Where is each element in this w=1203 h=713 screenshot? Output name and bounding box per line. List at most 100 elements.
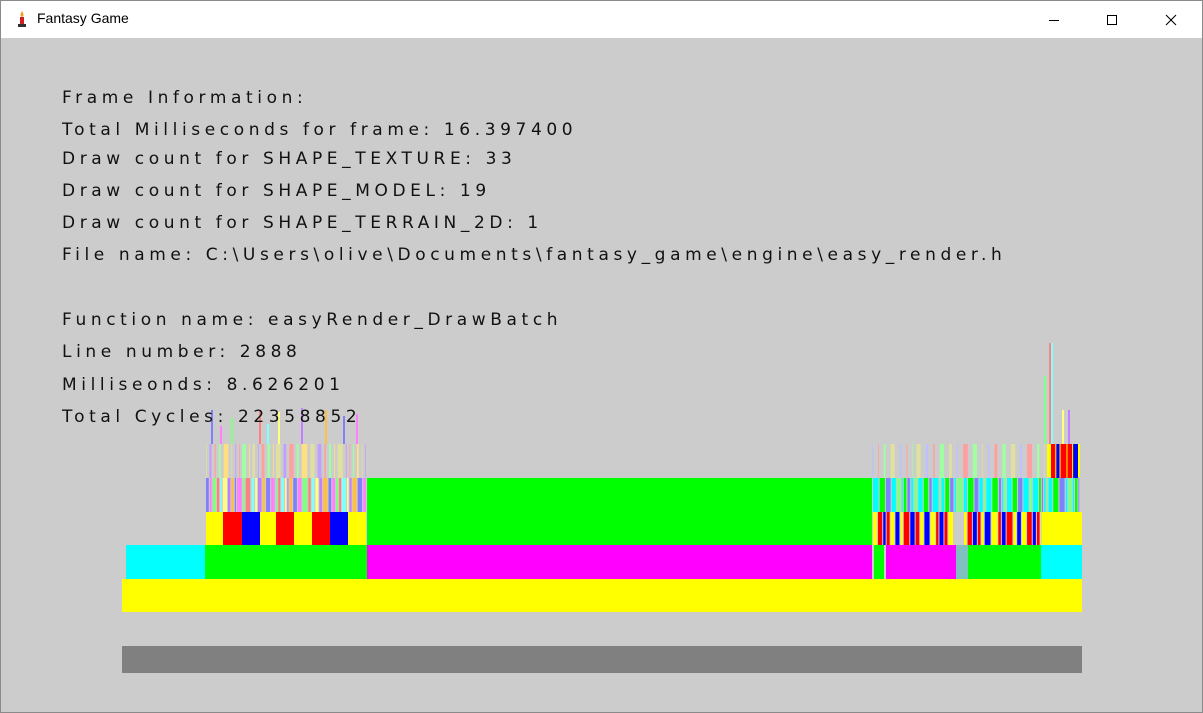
- flame-block-level3[interactable]: [950, 478, 954, 512]
- flame-block-level3[interactable]: [222, 478, 227, 512]
- flame-block-level3[interactable]: [271, 478, 275, 512]
- flame-block-level2[interactable]: [276, 512, 294, 545]
- flame-block-level4[interactable]: [310, 444, 315, 478]
- flame-block-level4[interactable]: [289, 444, 294, 478]
- flame-block-level3[interactable]: [262, 478, 266, 512]
- flame-block-level2[interactable]: [1006, 512, 1013, 545]
- flame-block-level4[interactable]: [272, 444, 274, 478]
- flame-block-level3[interactable]: [1032, 478, 1039, 512]
- flame-block-level3[interactable]: [216, 478, 220, 512]
- flame-block-level4[interactable]: [324, 444, 327, 478]
- flame-spike[interactable]: [220, 426, 222, 444]
- flame-block-level3[interactable]: [1075, 478, 1078, 512]
- flame-block-level3[interactable]: [932, 478, 939, 512]
- flame-block-level3[interactable]: [1059, 478, 1065, 512]
- flame-block-level3[interactable]: [891, 478, 896, 512]
- flame-block-level3[interactable]: [287, 478, 289, 512]
- flame-block-level4[interactable]: [261, 444, 265, 478]
- flame-block-level2[interactable]: [348, 512, 366, 545]
- flame-block-level2[interactable]: [890, 512, 895, 545]
- flame-block-level4[interactable]: [956, 444, 959, 478]
- flame-block-level3[interactable]: [885, 478, 891, 512]
- flame-block-level3[interactable]: [896, 478, 901, 512]
- flame-block-level3[interactable]: [983, 478, 986, 512]
- flame-block-level3[interactable]: [332, 478, 336, 512]
- flame-block-level1-selected[interactable]: [367, 545, 872, 579]
- flame-block-level3[interactable]: [342, 478, 346, 512]
- flame-block-level4[interactable]: [356, 444, 359, 478]
- flame-block-level4[interactable]: [925, 444, 929, 478]
- flame-block-level4[interactable]: [252, 444, 255, 478]
- flame-spike[interactable]: [1044, 376, 1046, 444]
- flame-block-level3[interactable]: [212, 478, 216, 512]
- flame-block-level3[interactable]: [914, 478, 918, 512]
- flame-block-level2[interactable]: [930, 512, 936, 545]
- flame-block-level3[interactable]: [1023, 478, 1029, 512]
- flame-block-level2[interactable]: [877, 512, 883, 545]
- flame-block-level3[interactable]: [315, 478, 319, 512]
- flame-block-level4[interactable]: [231, 444, 233, 478]
- flame-block-level4[interactable]: [214, 444, 216, 478]
- flame-block-level4[interactable]: [1010, 444, 1016, 478]
- flame-block-level4[interactable]: [317, 444, 322, 478]
- flame-block-level3[interactable]: [923, 478, 929, 512]
- flame-block-level2[interactable]: [895, 512, 900, 545]
- flame-block-level4[interactable]: [235, 444, 237, 478]
- flame-block-level3[interactable]: [251, 478, 255, 512]
- flame-block-level4[interactable]: [982, 444, 983, 478]
- flame-block-level2[interactable]: [984, 512, 991, 545]
- flame-block-level2[interactable]: [873, 512, 877, 545]
- flame-block-level4[interactable]: [906, 444, 908, 478]
- flame-block-level4[interactable]: [1060, 444, 1067, 478]
- flame-block-level2[interactable]: [1021, 512, 1027, 545]
- flame-block-level3[interactable]: [209, 478, 212, 512]
- flame-block-level2[interactable]: [206, 512, 223, 545]
- flame-block-level3[interactable]: [1041, 478, 1044, 512]
- flame-block-level4[interactable]: [987, 444, 990, 478]
- flame-block-level4[interactable]: [872, 444, 874, 478]
- flame-block-level4[interactable]: [994, 444, 998, 478]
- flame-block-level4[interactable]: [912, 444, 914, 478]
- flame-block-level1[interactable]: [956, 545, 968, 579]
- flame-block-level2[interactable]: [903, 512, 910, 545]
- flame-block-level1[interactable]: [1041, 545, 1082, 579]
- flame-block-level3[interactable]: [1029, 478, 1032, 512]
- flame-block-level4[interactable]: [296, 444, 299, 478]
- flame-block-level4[interactable]: [1044, 444, 1046, 478]
- flame-block-level3[interactable]: [918, 478, 923, 512]
- flame-block-level3[interactable]: [1007, 478, 1012, 512]
- flame-spike[interactable]: [1051, 343, 1053, 444]
- flame-block-level4[interactable]: [352, 444, 354, 478]
- flame-block-level3[interactable]: [979, 478, 983, 512]
- flame-block-level2[interactable]: [242, 512, 260, 545]
- flame-block-level3[interactable]: [308, 478, 311, 512]
- flame-block-level3[interactable]: [319, 478, 323, 512]
- flame-block-level3[interactable]: [1068, 478, 1072, 512]
- flame-block-level2[interactable]: [883, 512, 886, 545]
- flame-block-level2[interactable]: [1027, 512, 1032, 545]
- flame-block-level4[interactable]: [1002, 444, 1006, 478]
- flame-block-level2[interactable]: [948, 512, 953, 545]
- flame-block-level3[interactable]: [903, 478, 907, 512]
- flame-block-level3[interactable]: [346, 478, 349, 512]
- flame-block-level4[interactable]: [329, 444, 332, 478]
- flame-block-root[interactable]: [122, 579, 1082, 612]
- flame-block-level3[interactable]: [275, 478, 278, 512]
- flame-block-level3[interactable]: [278, 478, 281, 512]
- flame-spike[interactable]: [1068, 410, 1070, 444]
- maximize-button[interactable]: [1089, 1, 1135, 38]
- flame-block-level4[interactable]: [223, 444, 229, 478]
- flame-block-level2[interactable]: [1013, 512, 1017, 545]
- flame-block-level4[interactable]: [209, 444, 212, 478]
- flame-block-level1[interactable]: [205, 545, 367, 579]
- flame-block-level2[interactable]: [1040, 512, 1042, 545]
- flame-block-level3[interactable]: [954, 478, 956, 512]
- flame-block-level2[interactable]: [924, 512, 930, 545]
- frame-timeline-bar[interactable]: [122, 646, 1082, 673]
- flame-block-level3[interactable]: [302, 478, 308, 512]
- flame-block-level2[interactable]: [900, 512, 903, 545]
- flame-block-level3[interactable]: [907, 478, 911, 512]
- flame-block-level3[interactable]: [227, 478, 231, 512]
- flame-block-level3[interactable]: [941, 478, 945, 512]
- flame-block-level4[interactable]: [883, 444, 886, 478]
